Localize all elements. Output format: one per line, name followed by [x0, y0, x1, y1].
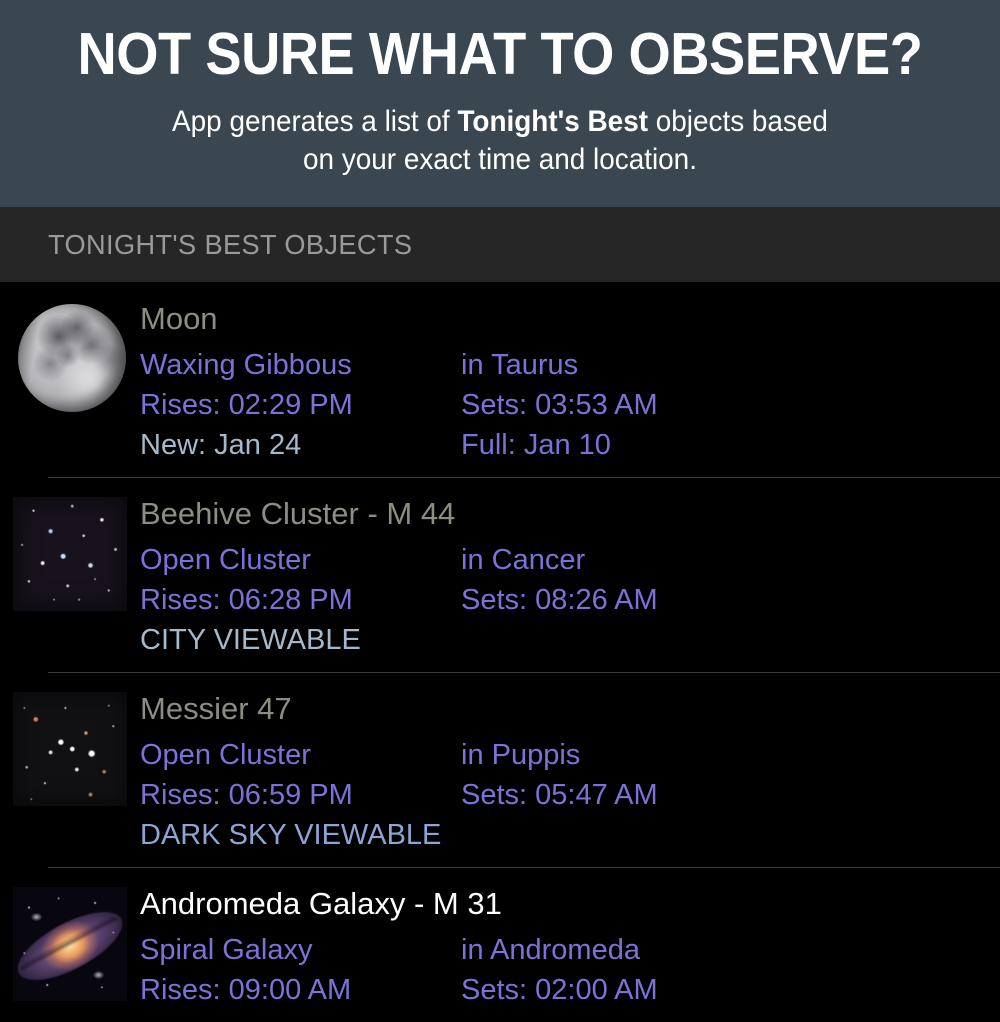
object-detail-right: Full: Jan 10	[461, 429, 611, 461]
object-detail-left: Spiral Galaxy	[140, 934, 313, 966]
object-detail-line: CITY VIEWABLE	[140, 620, 1000, 660]
object-detail-line: Rises: 06:59 PM Sets: 05:47 AM	[140, 775, 1000, 815]
object-detail-left: New: Jan 24	[140, 429, 302, 461]
object-detail-left: DARK SKY VIEWABLE	[140, 819, 442, 851]
messier-47-thumbnail	[13, 692, 127, 806]
moon-waxing-gibbous-thumbnail	[13, 302, 127, 416]
object-detail-line: Open Cluster in Puppis	[140, 735, 1000, 775]
object-detail-line: New: Jan 24 Full: Jan 10	[140, 425, 1000, 465]
object-detail-line: DARK SKY VIEWABLE	[140, 815, 1000, 855]
object-list-item[interactable]: Andromeda Galaxy - M 31 Spiral Galaxy in A…	[0, 867, 1000, 1022]
object-thumbnail-wrap	[0, 493, 140, 611]
promo-subtitle-bold: Tonight's Best	[457, 105, 649, 138]
object-detail-right: in Taurus	[461, 349, 579, 381]
object-detail-left: Rises: 06:59 PM	[140, 779, 353, 811]
object-detail-right: Sets: 02:00 AM	[461, 974, 658, 1006]
promo-subtitle: App generates a list of Tonight's Best o…	[63, 103, 937, 179]
object-name: Moon	[140, 301, 218, 336]
object-thumbnail-wrap	[0, 298, 140, 416]
object-detail-right: Sets: 08:26 AM	[461, 584, 658, 616]
page-title: NOT SURE WHAT TO OBSERVE?	[77, 21, 923, 87]
object-detail-left: Rises: 09:00 AM	[140, 974, 352, 1006]
object-detail-left: Open Cluster	[140, 739, 311, 771]
object-detail-line: Waxing Gibbous in Taurus	[140, 345, 1000, 385]
promo-subtitle-post: objects based	[648, 105, 828, 138]
object-details: Moon Waxing Gibbous in Taurus Rises: 02:29 …	[140, 298, 1000, 465]
object-details: Beehive Cluster - M 44 Open Cluster in Can…	[140, 493, 1000, 660]
tonights-best-object-list: Moon Waxing Gibbous in Taurus Rises: 02:29 …	[0, 282, 1000, 1022]
object-details: Messier 47 Open Cluster in Puppis Rises: 06…	[140, 688, 1000, 855]
beehive-cluster-thumbnail	[13, 497, 127, 611]
object-detail-line: Open Cluster in Cancer	[140, 540, 1000, 580]
object-thumbnail-wrap	[0, 883, 140, 1001]
object-list-item[interactable]: Messier 47 Open Cluster in Puppis Rises: 06…	[0, 672, 1000, 867]
object-detail-right: Sets: 05:47 AM	[461, 779, 658, 811]
object-detail-line: Rises: 09:00 AM Sets: 02:00 AM	[140, 970, 1000, 1010]
object-detail-line: Spiral Galaxy in Andromeda	[140, 930, 1000, 970]
object-detail-left: Open Cluster	[140, 544, 311, 576]
object-name: Andromeda Galaxy - M 31	[140, 886, 502, 921]
object-detail-left: Rises: 02:29 PM	[140, 389, 353, 421]
promo-banner: NOT SURE WHAT TO OBSERVE? App generates …	[0, 0, 1000, 207]
promo-subtitle-pre: App generates a list of	[172, 105, 458, 138]
star-field	[13, 497, 127, 611]
satellite-galaxy	[31, 913, 42, 921]
object-list-item[interactable]: Beehive Cluster - M 44 Open Cluster in Can…	[0, 477, 1000, 672]
moon-disc	[18, 304, 126, 412]
object-detail-right: in Cancer	[461, 544, 586, 576]
object-detail-right: in Andromeda	[461, 934, 640, 966]
object-name: Beehive Cluster - M 44	[140, 496, 456, 531]
object-detail-right: Sets: 03:53 AM	[461, 389, 658, 421]
object-thumbnail-wrap	[0, 688, 140, 806]
object-detail-left: CITY VIEWABLE	[140, 624, 361, 656]
moon-terminator-shadow	[18, 304, 126, 412]
star-field	[13, 692, 127, 806]
satellite-galaxy	[93, 971, 104, 979]
object-detail-left: Waxing Gibbous	[140, 349, 352, 381]
object-detail-line: Rises: 02:29 PM Sets: 03:53 AM	[140, 385, 1000, 425]
object-list-item[interactable]: Moon Waxing Gibbous in Taurus Rises: 02:29 …	[0, 282, 1000, 477]
section-header-label: TONIGHT'S BEST OBJECTS	[48, 228, 413, 260]
object-name: Messier 47	[140, 691, 292, 726]
object-detail-right: in Puppis	[461, 739, 581, 771]
object-details: Andromeda Galaxy - M 31 Spiral Galaxy in A…	[140, 883, 1000, 1010]
object-detail-left: Rises: 06:28 PM	[140, 584, 353, 616]
object-detail-line: Rises: 06:28 PM Sets: 08:26 AM	[140, 580, 1000, 620]
andromeda-galaxy-thumbnail	[13, 887, 127, 1001]
section-header-bar: TONIGHT'S BEST OBJECTS	[0, 207, 1000, 282]
promo-subtitle-line2: on your exact time and location.	[303, 143, 697, 176]
